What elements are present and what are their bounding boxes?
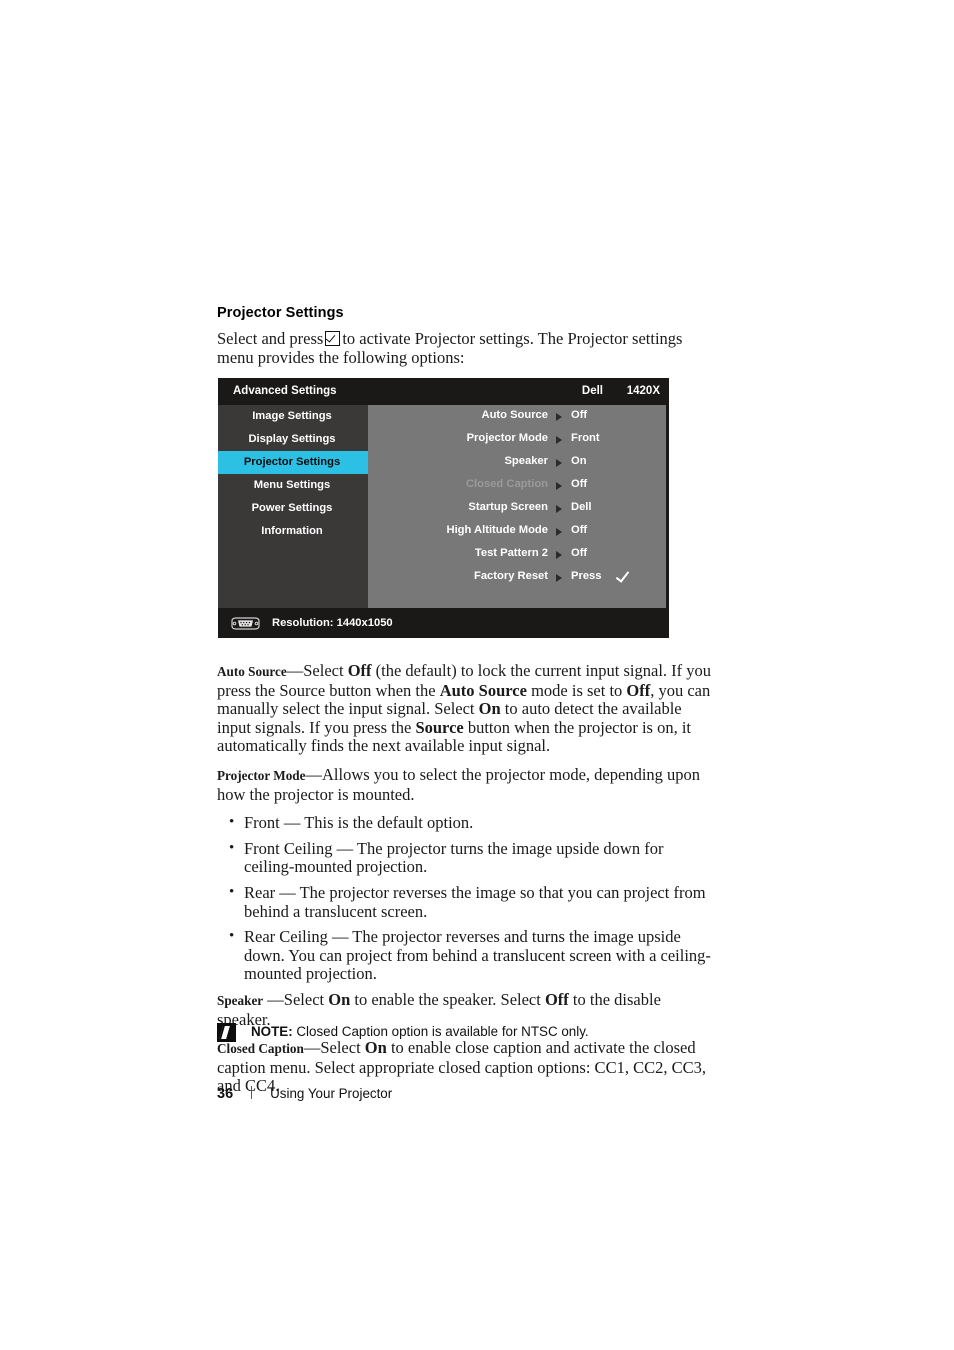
def-text: —Select [263, 989, 329, 1009]
panel-edge [666, 405, 669, 608]
osd-header-model: 1420X [626, 385, 660, 397]
osd-header: Advanced Settings Dell 1420X [218, 378, 669, 405]
osd-row-value: Off [571, 524, 588, 536]
definition-auto-source: Auto Source—Select Off (the default) to … [217, 661, 717, 756]
list-item: Rear — The projector reverses the image … [217, 883, 717, 921]
list-item: Rear Ceiling — The projector reverses an… [217, 927, 717, 984]
def-bold: Off [347, 661, 372, 680]
osd-row-label: Projector Mode [466, 432, 548, 444]
chevron-right-icon [556, 412, 562, 421]
chevron-right-icon [556, 527, 562, 536]
osd-row-value: Press [571, 570, 602, 582]
osd-header-brand: Dell [581, 385, 603, 397]
osd-row-value: Off [571, 409, 588, 421]
osd-row-projector-mode[interactable]: Projector Mode Front [368, 428, 669, 451]
def-text: to enable the speaker. Select [350, 989, 545, 1009]
def-bold: Off [544, 989, 569, 1009]
osd-row-speaker[interactable]: Speaker On [368, 451, 669, 474]
osd-row-test-pattern-2[interactable]: Test Pattern 2 Off [368, 543, 669, 566]
osd-row-label: Speaker [504, 455, 548, 467]
note-body: Closed Caption option is available for N… [292, 1024, 589, 1039]
osd-resolution-label: Resolution: 1440x1050 [272, 617, 393, 629]
definition-projector-mode: Projector Mode—Allows you to select the … [217, 765, 717, 804]
note-label: NOTE: [251, 1024, 293, 1039]
osd-footer: Resolution: 1440x1050 [218, 608, 669, 638]
sidebar-item-display-settings[interactable]: Display Settings [218, 428, 368, 451]
osd-row-value: Front [571, 432, 600, 444]
document-page: Projector Settings Select and press to ac… [0, 0, 954, 1350]
osd-sidebar: Image Settings Display Settings Projecto… [218, 405, 368, 608]
intro-paragraph: Select and press to activate Projector se… [217, 329, 717, 367]
osd-row-auto-source[interactable]: Auto Source Off [368, 405, 669, 428]
osd-row-label: Factory Reset [474, 570, 548, 582]
def-bold: Auto Source [439, 680, 527, 700]
note-text-row: NOTE: Closed Caption option is available… [251, 1022, 589, 1042]
osd-row-value: On [571, 455, 587, 467]
sidebar-item-information[interactable]: Information [218, 520, 368, 543]
osd-menu: Advanced Settings Dell 1420X Image Setti… [218, 378, 669, 638]
osd-header-title: Advanced Settings [233, 385, 337, 397]
chevron-right-icon [556, 550, 562, 559]
def-bold: Source [415, 717, 464, 737]
chevron-right-icon [556, 458, 562, 467]
sidebar-item-power-settings[interactable]: Power Settings [218, 497, 368, 520]
checkbox-check-icon [325, 331, 341, 346]
osd-row-value: Off [571, 547, 588, 559]
osd-row-value: Dell [571, 501, 592, 513]
term-speaker: Speaker [217, 992, 264, 1008]
osd-row-value: Off [571, 478, 588, 490]
sidebar-item-image-settings[interactable]: Image Settings [218, 405, 368, 428]
osd-row-label: Closed Caption [465, 478, 548, 490]
def-bold: Off [626, 680, 651, 700]
def-bold: On [478, 699, 501, 719]
osd-options-panel: Auto Source Off Projector Mode Front Spe… [368, 405, 669, 608]
osd-row-label: High Altitude Mode [446, 524, 548, 536]
sidebar-item-projector-settings[interactable]: Projector Settings [218, 451, 368, 474]
projector-mode-options-list: Front — This is the default option. Fron… [217, 813, 717, 984]
list-item: Front Ceiling — The projector turns the … [217, 839, 717, 877]
term-projector-mode: Projector Mode [217, 767, 306, 783]
page-title: Projector Settings [217, 305, 344, 321]
osd-row-high-altitude-mode[interactable]: High Altitude Mode Off [368, 520, 669, 543]
note-callout: NOTE: Closed Caption option is available… [217, 1022, 737, 1048]
footer-chapter-title: Using Your Projector [270, 1086, 393, 1101]
osd-row-label: Auto Source [481, 409, 548, 421]
osd-row-startup-screen[interactable]: Startup Screen Dell [368, 497, 669, 520]
section-block: Projector Settings Select and press to ac… [217, 305, 717, 377]
osd-row-factory-reset[interactable]: Factory Reset Press [368, 566, 669, 589]
chevron-right-icon [556, 481, 562, 490]
vga-connector-icon [231, 617, 260, 630]
def-text: mode is set to [526, 680, 627, 700]
osd-row-label: Test Pattern 2 [474, 547, 548, 559]
term-auto-source: Auto Source [217, 664, 287, 679]
osd-row-closed-caption: Closed Caption Off [368, 474, 669, 497]
chevron-right-icon [556, 504, 562, 513]
page-footer: 36 Using Your Projector [217, 1085, 617, 1103]
chevron-right-icon [556, 573, 562, 582]
intro-text-part1: Select and press [217, 329, 324, 348]
chevron-right-icon [556, 435, 562, 444]
def-bold: On [328, 989, 351, 1009]
footer-divider [251, 1086, 253, 1099]
note-pencil-icon [217, 1023, 236, 1042]
page-number: 36 [217, 1086, 234, 1102]
osd-row-label: Startup Screen [468, 501, 548, 513]
list-item: Front — This is the default option. [217, 813, 717, 833]
checkmark-icon [616, 569, 632, 583]
def-text: —Select [286, 661, 348, 680]
sidebar-item-menu-settings[interactable]: Menu Settings [218, 474, 368, 497]
